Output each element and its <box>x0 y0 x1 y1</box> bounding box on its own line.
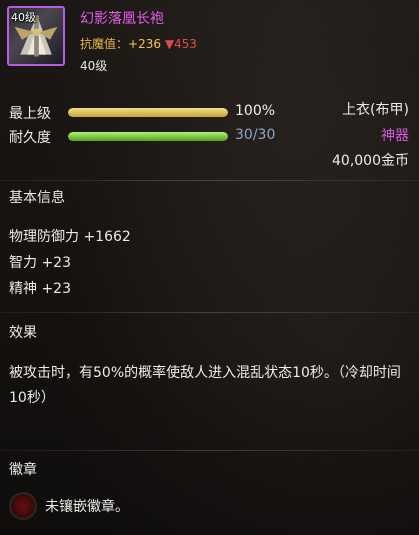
grade-bar <box>68 108 228 117</box>
durability-bar <box>68 132 228 141</box>
stat-physical-defense: 物理防御力 +1662 <box>9 229 131 245</box>
emblem-slot-icon[interactable] <box>9 492 37 520</box>
item-icon[interactable]: 40级 <box>7 6 65 66</box>
grade-percent: 100% <box>235 103 276 119</box>
resist-up: +236 <box>128 37 161 51</box>
item-tooltip: 40级 幻影落凰长袍 抗魔值：+236 ▼453 40级 最上级 100% 耐久… <box>0 0 419 535</box>
resist-label: 抗魔值： <box>80 37 129 51</box>
stat-spirit: 精神 +23 <box>9 281 71 297</box>
durability-label: 耐久度 <box>9 130 51 146</box>
item-price: 40,000金币 <box>332 153 409 169</box>
durability-value: 30/30 <box>235 127 276 143</box>
divider <box>0 312 419 313</box>
item-name: 幻影落凰长袍 <box>80 11 164 27</box>
icon-level-label: 40级 <box>11 11 36 24</box>
effect-text: 被攻击时，有50%的概率使敌人进入混乱状态10秒。（冷却时间10秒） <box>9 365 401 406</box>
divider <box>0 180 419 181</box>
stat-intelligence: 智力 +23 <box>9 255 71 271</box>
rarity-label: 神器 <box>381 128 409 144</box>
emblem-status: 未镶嵌徽章。 <box>45 499 129 515</box>
grade-bar-fill <box>68 108 228 117</box>
divider <box>0 450 419 451</box>
effect-title: 效果 <box>9 325 37 341</box>
emblem-title: 徽章 <box>9 462 37 478</box>
equipment-slot: 上衣(布甲) <box>342 102 409 118</box>
required-level: 40级 <box>80 59 108 73</box>
basic-info-title: 基本信息 <box>9 190 65 206</box>
resist-value: 抗魔值：+236 ▼453 <box>80 35 197 52</box>
grade-label: 最上级 <box>9 106 51 122</box>
durability-bar-fill <box>68 132 228 141</box>
resist-down: ▼453 <box>164 37 197 51</box>
